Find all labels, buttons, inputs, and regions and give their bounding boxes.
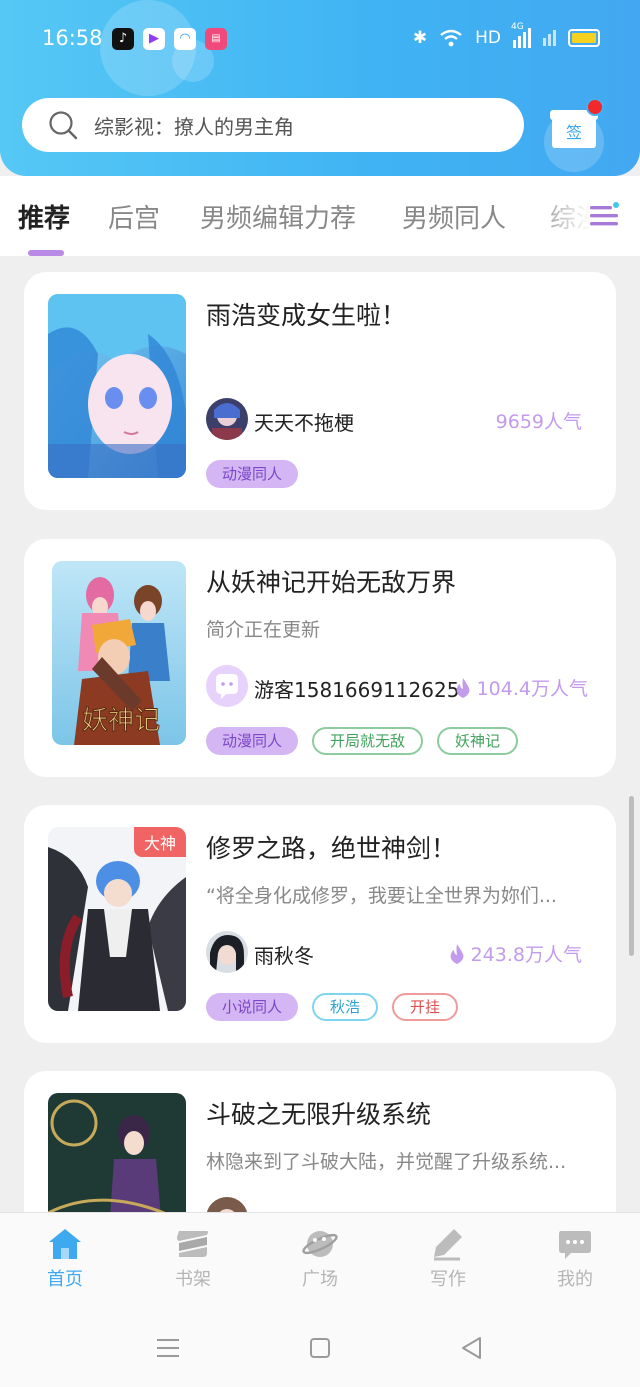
book-cover: 妖神记 (52, 561, 186, 745)
back-icon[interactable] (460, 1336, 484, 1360)
tag[interactable]: 小说同人 (206, 993, 299, 1021)
nav-label: 书架 (175, 1269, 211, 1290)
book-card[interactable]: 大神 修罗之路，绝世神剑！ “将全身化成修罗，我要让全世界为妳们... 雨秋冬 … (24, 805, 616, 1043)
pen-icon (434, 1229, 462, 1261)
book-description: “将全身化成修罗，我要让全世界为妳们... (206, 885, 557, 907)
nav-square[interactable]: 广场 (275, 1227, 365, 1291)
tag-list: 动漫同人 (206, 460, 299, 488)
author-name: 天天不拖梗 (254, 411, 354, 435)
popularity: 9659人气 (495, 411, 582, 433)
popularity: 104.4万人气 (455, 674, 588, 701)
badge-master: 大神 (133, 827, 186, 857)
author-avatar (206, 931, 248, 973)
author-row: 天天不拖梗 9659人气 (206, 398, 582, 442)
bookshelf-icon (177, 1231, 208, 1257)
tab-male-fanfic[interactable]: 男频同人 (402, 198, 506, 235)
book-description: 简介正在更新 (206, 619, 321, 641)
menu-icon[interactable] (156, 1337, 180, 1359)
wifi-icon (440, 29, 462, 47)
home-icon (49, 1229, 81, 1259)
system-navigation (0, 1308, 640, 1387)
status-icons: ✱ HD 4G (412, 22, 600, 51)
tab-fade (530, 176, 640, 256)
author-avatar (206, 665, 248, 707)
search-placeholder: 综影视：撩人的男主角 (94, 114, 294, 139)
book-card[interactable]: 妖神记 从妖神记开始无敌万界 简介正在更新 游客1581669112625 10… (24, 539, 616, 777)
category-tabs: 推荐 后宫 男频编辑力荐 男频同人 综漫 (0, 176, 640, 256)
tag[interactable]: 动漫同人 (206, 460, 299, 488)
author-avatar (206, 398, 248, 440)
author-name: 雨秋冬 (254, 944, 314, 968)
home-square-icon[interactable] (309, 1337, 331, 1359)
book-title: 斗破之无限升级系统 (206, 1100, 432, 1129)
book-title: 雨浩变成女生啦！ (206, 301, 407, 330)
nav-label: 广场 (302, 1269, 338, 1290)
tab-recommend[interactable]: 推荐 (18, 198, 70, 235)
tag[interactable]: 开挂 (392, 993, 459, 1021)
fire-icon (450, 944, 463, 964)
video-app-icon: ▶ (143, 28, 165, 50)
tag[interactable]: 妖神记 (437, 727, 519, 755)
status-bar: 16:58 ♪ ▶ ◠ ▤ ✱ HD 4G (0, 20, 640, 60)
nav-home[interactable]: 首页 (20, 1227, 110, 1291)
nav-mine[interactable]: 我的 (530, 1227, 620, 1291)
signin-label: 签 (552, 116, 596, 148)
book-cover: 大神 (48, 827, 186, 1011)
tag[interactable]: 开局就无敌 (312, 727, 424, 755)
book-description: 林隐来到了斗破大陆，并觉醒了升级系统... (206, 1151, 567, 1173)
nav-write[interactable]: 写作 (403, 1227, 493, 1291)
signal-icon: 4G (511, 22, 531, 48)
category-menu-icon[interactable] (588, 200, 620, 232)
planet-icon (302, 1231, 338, 1257)
tag[interactable]: 秋浩 (312, 993, 379, 1021)
chat-bubble-icon (559, 1231, 591, 1259)
book-card[interactable]: 斗破之无限升级系统 林隐来到了斗破大陆，并觉醒了升级系统... (24, 1071, 616, 1231)
nav-bookshelf[interactable]: 书架 (148, 1227, 238, 1291)
tag-list: 动漫同人 开局就无敌 妖神记 (206, 727, 519, 755)
fire-icon (456, 678, 469, 698)
scrollbar[interactable] (629, 796, 634, 956)
popularity: 243.8万人气 (449, 940, 582, 967)
book-title: 修罗之路，绝世神剑！ (206, 834, 457, 863)
search-bar[interactable]: 综影视：撩人的男主角 (22, 98, 524, 152)
nav-label: 首页 (47, 1269, 83, 1290)
tab-editor-picks[interactable]: 男频编辑力荐 (200, 198, 356, 235)
author-row: 游客1581669112625 104.4万人气 (206, 665, 588, 709)
tab-harem[interactable]: 后宫 (108, 198, 160, 235)
tag-list: 小说同人 秋浩 开挂 (206, 993, 459, 1021)
nav-label: 写作 (430, 1269, 466, 1290)
tab-active-indicator (28, 250, 64, 256)
tiktok-icon: ♪ (112, 28, 134, 50)
search-icon (49, 111, 78, 140)
bottom-navigation: 首页 书架 广场 写作 我的 (0, 1212, 640, 1309)
tag[interactable]: 动漫同人 (206, 727, 299, 755)
author-name: 游客1581669112625 (254, 678, 460, 702)
bluetooth-icon: ✱ (412, 28, 428, 48)
nav-label: 我的 (557, 1269, 593, 1290)
battery-icon (568, 29, 600, 47)
svg-text:妖神记: 妖神记 (82, 706, 160, 736)
app-icon: ◠ (174, 28, 196, 50)
book-cover (48, 294, 186, 478)
network-hd-label: HD (475, 28, 501, 48)
status-time: 16:58 (42, 26, 103, 50)
notification-dot (586, 98, 604, 116)
shop-app-icon: ▤ (205, 28, 227, 50)
signal-2-icon (543, 30, 556, 46)
book-title: 从妖神记开始无敌万界 (206, 568, 457, 597)
book-card[interactable]: 雨浩变成女生啦！ 天天不拖梗 9659人气 动漫同人 (24, 272, 616, 510)
author-row: 雨秋冬 243.8万人气 (206, 931, 582, 975)
signin-gift-button[interactable]: 签 (550, 98, 604, 148)
book-cover (48, 1093, 186, 1231)
